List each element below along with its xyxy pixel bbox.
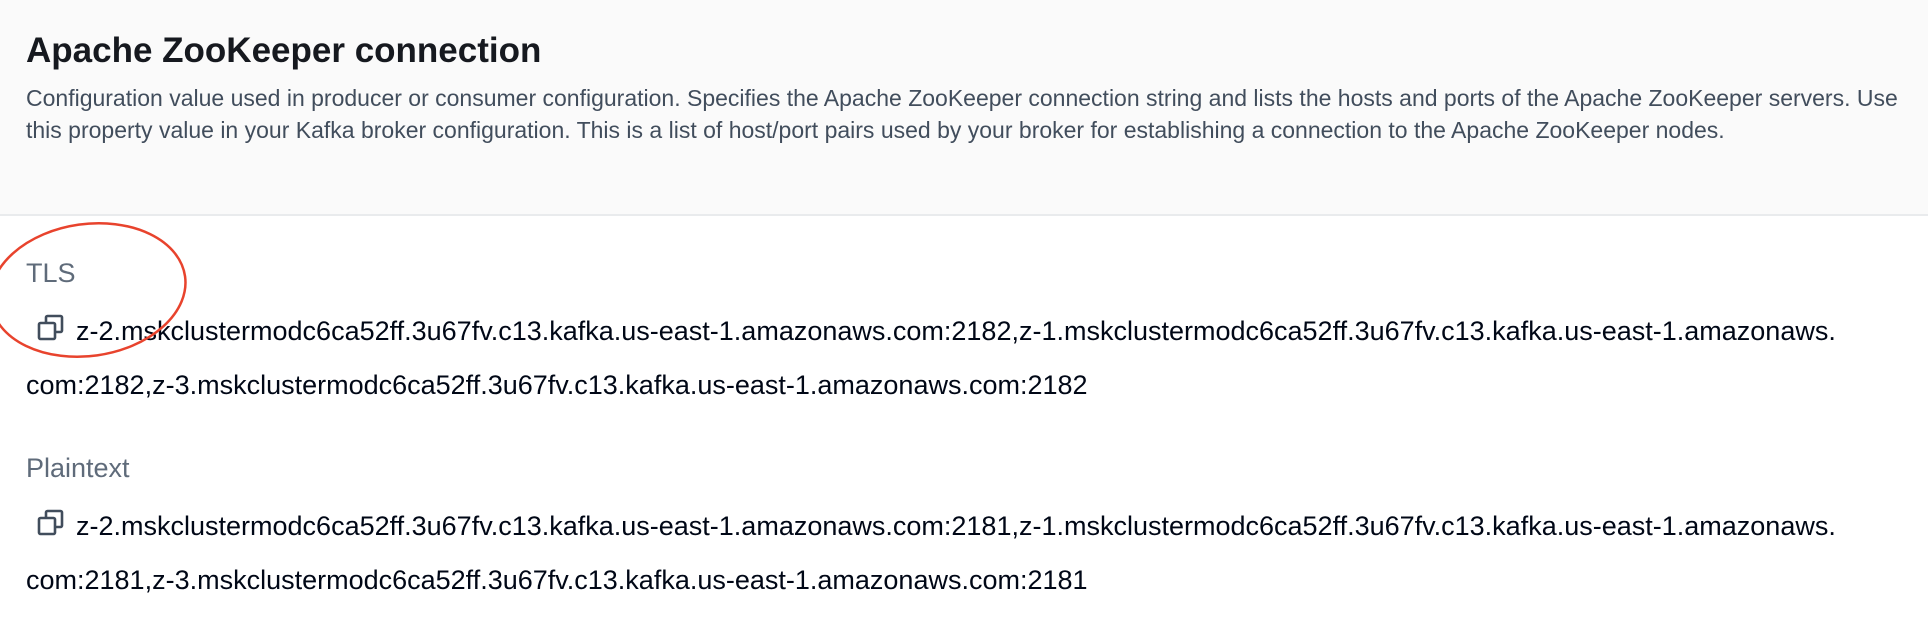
copy-tls-button[interactable]	[26, 313, 68, 347]
tls-connection-string[interactable]: z-2.mskclustermodc6ca52ff.3u67fv.c13.kaf…	[26, 304, 1846, 412]
copy-icon	[37, 314, 64, 341]
copy-icon	[37, 509, 64, 536]
plaintext-connection-string[interactable]: z-2.mskclustermodc6ca52ff.3u67fv.c13.kaf…	[26, 499, 1846, 607]
plaintext-value-text: z-2.mskclustermodc6ca52ff.3u67fv.c13.kaf…	[26, 511, 1836, 595]
zookeeper-connection-panel: Apache ZooKeeper connection Configuratio…	[0, 0, 1928, 636]
panel-description: Configuration value used in producer or …	[26, 85, 1898, 143]
tls-value-text: z-2.mskclustermodc6ca52ff.3u67fv.c13.kaf…	[26, 316, 1836, 400]
plaintext-label: Plaintext	[26, 453, 130, 483]
panel-title: Apache ZooKeeper connection	[26, 31, 542, 70]
panel-header: Apache ZooKeeper connection Configuratio…	[0, 0, 1928, 216]
copy-plaintext-button[interactable]	[26, 508, 68, 542]
tls-label: TLS	[26, 258, 76, 288]
